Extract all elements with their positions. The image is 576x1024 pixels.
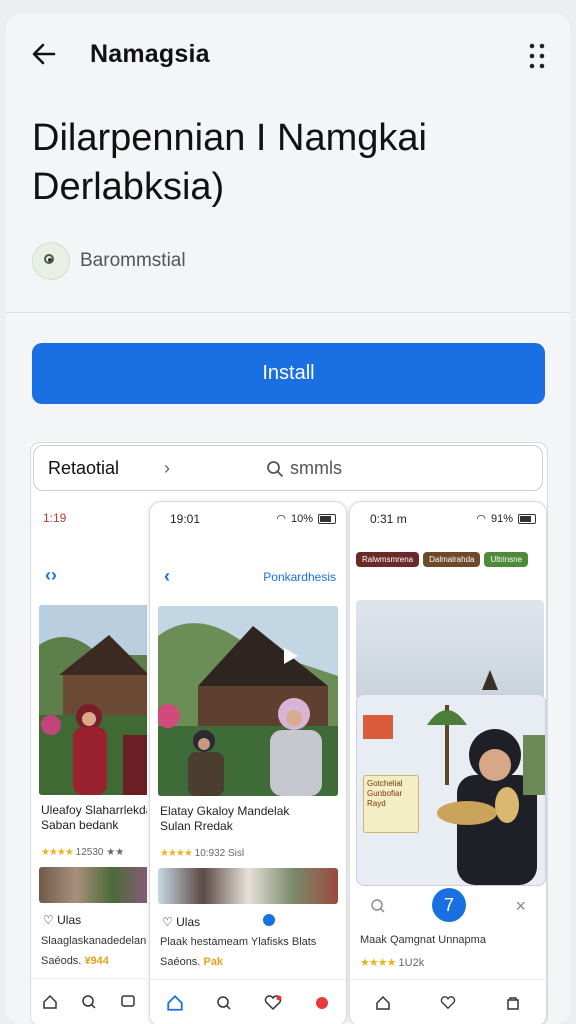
bag-icon[interactable] <box>503 993 523 1013</box>
search-icon[interactable] <box>266 460 284 478</box>
heart-icon[interactable]: ♡ <box>162 915 173 929</box>
rating-stars: ★★★★ <box>160 848 193 859</box>
heart-row-text: Ulas <box>57 913 82 927</box>
screenshot-item-title: Elatay Gkaloy Mandelak Sulan Rredak <box>160 804 340 834</box>
price-value: Pak <box>203 956 224 968</box>
item-subtitle: Slaaglaskanadedelan <box>41 935 147 947</box>
battery-percent: 91% <box>490 512 513 525</box>
top-app-bar: Namagsia <box>6 14 570 94</box>
app-title: Dilarpennian I Namgkai Derlabksia) <box>32 114 552 212</box>
item-title-line: Sulan Rredak <box>160 819 233 833</box>
promo-banner[interactable]: Gotchelial Gunbofiar Rayd <box>356 694 546 886</box>
developer-badge-icon <box>32 242 70 280</box>
rating-stars: ★★★★ <box>41 847 74 858</box>
battery-icon <box>318 513 336 524</box>
heart-row: ♡ Ulas <box>43 913 81 927</box>
notification-dot-icon <box>263 914 276 926</box>
screenshot-thumb-strip <box>39 867 147 903</box>
back-chevron-icon: ‹› <box>45 565 57 585</box>
arrow-left-icon[interactable] <box>28 38 60 70</box>
home-icon[interactable] <box>373 993 393 1013</box>
price-label: Saéods. <box>41 955 82 967</box>
item-rating: ★★★★ 10:932 Sisl <box>160 848 244 859</box>
developer-name[interactable]: Barommstial <box>80 250 186 272</box>
screenshot-sky-photo <box>356 600 544 700</box>
item-subtitle: Plaak hestameam Ylafisks Blats <box>160 936 317 948</box>
price-label: Saéons. <box>160 956 201 968</box>
screenshot-item-title: Uleafoy Slaharrlekdap Saban bedank <box>41 803 147 833</box>
heart-row: ♡ Ulas <box>162 914 276 929</box>
search-icon[interactable] <box>79 992 99 1012</box>
divider <box>6 312 570 313</box>
chip[interactable]: Dalmalrahda <box>423 552 481 567</box>
header-link[interactable]: Ponkardhesis <box>263 570 336 584</box>
rating-stars: ★★★★ <box>360 957 396 969</box>
rating-text: 12530 ★★ <box>75 847 125 858</box>
battery-percent: 10% <box>290 512 313 525</box>
home-icon[interactable] <box>40 992 60 1012</box>
promo-card: Gotchelial Gunbofiar Rayd <box>363 775 419 833</box>
status-icons: ◠ 10% <box>276 512 336 525</box>
app-bar-title: Namagsia <box>90 40 210 68</box>
heart-icon[interactable] <box>263 993 283 1013</box>
cart-icon[interactable] <box>312 993 332 1013</box>
price-value: ¥944 <box>84 955 109 967</box>
status-icons: ◠ 91% <box>476 512 536 525</box>
search-icon[interactable] <box>214 993 234 1013</box>
app-listing-page: Namagsia Dilarpennian I Namgkai Derlabks… <box>6 14 570 1024</box>
install-button[interactable]: Install <box>32 343 545 404</box>
screenshots-bar-label: Retaotial <box>48 458 120 478</box>
screenshot-phone-2[interactable]: 19:01 ◠ 10% ‹ Ponkardhesis Elatay Gkaloy… <box>149 501 347 1024</box>
screenshot-photo <box>158 606 338 796</box>
item-title-line: Uleafoy Slaharrlekdap <box>41 803 147 817</box>
bottom-nav <box>350 979 546 1024</box>
bottom-nav <box>31 978 147 1024</box>
battery-icon <box>518 513 536 524</box>
chip[interactable]: Ralwmsmrena <box>356 552 420 567</box>
screenshot-photo <box>39 605 147 795</box>
screenshot-phone-3[interactable]: 0:31 m ◠ 91% Ralwmsmrena Dalmalrahda Ult… <box>349 501 547 1024</box>
item-rating: ★★★★ 1U2k <box>360 956 424 969</box>
item-title-line: Saban bedank <box>41 818 119 832</box>
search-icon[interactable] <box>370 898 386 914</box>
chat-icon[interactable] <box>118 992 138 1012</box>
item-title-line: Elatay Gkaloy Mandelak <box>160 804 290 818</box>
item-subtitle: Maak Qamgnat Unnapma <box>360 934 486 946</box>
heart-icon[interactable]: ♡ <box>43 913 54 927</box>
fab-button[interactable]: 7 <box>432 888 466 922</box>
back-chevron-icon[interactable]: ‹ <box>164 566 170 587</box>
status-time: 19:01 <box>170 512 201 526</box>
wifi-icon: ◠ <box>276 513 286 525</box>
status-time: 0:31 m <box>370 512 407 526</box>
rating-text: 10:932 Sisl <box>194 848 245 859</box>
app-title-line-2: Derlabksia) <box>32 166 225 208</box>
wifi-icon: ◠ <box>476 513 486 525</box>
heart-row-text: Ulas <box>176 915 201 929</box>
item-price: Saéons. Pak <box>160 956 223 968</box>
screenshot-phone-1[interactable]: 1:19 ‹› Uleafoy Slaharrlekdap <box>31 501 147 1024</box>
heart-icon[interactable] <box>438 993 458 1013</box>
item-price: Saéods. ¥944 <box>41 955 109 967</box>
chip[interactable]: Ultrinsne <box>484 552 529 567</box>
item-rating: ★★★★ 12530 ★★ <box>41 847 124 858</box>
rating-text: 1U2k <box>398 957 425 969</box>
screenshots-search-bar[interactable]: Retaotial › smmls <box>33 445 543 491</box>
app-title-line-1: Dilarpennian I Namgkai <box>32 117 427 159</box>
bottom-nav <box>150 979 346 1024</box>
status-time: 1:19 <box>43 511 67 525</box>
close-icon[interactable]: × <box>515 896 526 917</box>
screenshots-search-text: smmls <box>290 458 342 478</box>
more-vertical-icon[interactable] <box>528 42 546 70</box>
home-icon[interactable] <box>165 993 185 1013</box>
screenshots-panel: Retaotial › smmls 1:19 ‹› Uleafoy Slahar… <box>30 442 548 1024</box>
screenshot-thumb-strip <box>158 868 338 904</box>
chip-row: Ralwmsmrena Dalmalrahda Ultrinsne <box>356 552 529 567</box>
chevron-right-icon[interactable]: › <box>164 458 170 479</box>
